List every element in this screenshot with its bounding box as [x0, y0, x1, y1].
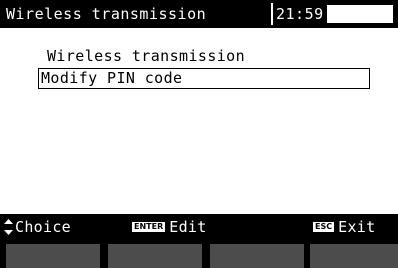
softkey-1[interactable] — [6, 244, 100, 268]
menu-item-modify-pin-code[interactable]: Modify PIN code — [38, 68, 370, 89]
hint-choice-label: Choice — [15, 218, 71, 236]
hint-edit: ENTER Edit — [132, 214, 207, 240]
softkey-3[interactable] — [210, 244, 304, 268]
softkey-bar — [0, 240, 398, 268]
key-hint-bar: Choice ENTER Edit ESC Exit — [0, 214, 398, 240]
hint-edit-label: Edit — [169, 218, 207, 236]
title-divider — [271, 3, 273, 25]
title-bar: Wireless transmission 21:59 — [0, 0, 398, 28]
hint-exit-label: Exit — [338, 218, 376, 236]
hint-choice: Choice — [4, 214, 71, 240]
settings-menu: Wireless transmission Modify PIN code — [38, 46, 370, 89]
device-screen: Wireless transmission 21:59 Wireless tra… — [0, 0, 398, 268]
menu-item-wireless-transmission[interactable]: Wireless transmission — [38, 46, 370, 68]
battery-icon — [327, 5, 393, 23]
enter-key-icon: ENTER — [132, 222, 166, 232]
softkey-2[interactable] — [108, 244, 202, 268]
softkey-4[interactable] — [310, 244, 398, 268]
menu-item-label: Modify PIN code — [41, 69, 183, 87]
up-down-arrow-icon — [4, 219, 13, 235]
screen-title: Wireless transmission — [6, 5, 207, 23]
clock: 21:59 — [276, 5, 324, 23]
menu-item-label: Wireless transmission — [47, 47, 246, 65]
hint-exit: ESC Exit — [313, 214, 375, 240]
esc-key-icon: ESC — [313, 222, 335, 232]
